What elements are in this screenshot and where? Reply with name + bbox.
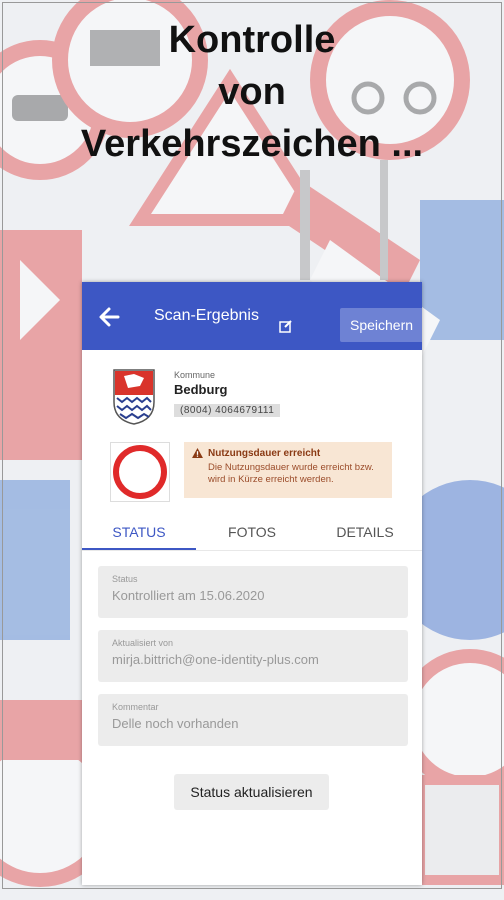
kommune-label: Kommune (174, 370, 216, 380)
warning-text: Die Nutzungsdauer wurde erreicht bzw. wi… (208, 462, 374, 485)
warning-title: Nutzungsdauer erreicht (208, 448, 321, 459)
warning-banner: Nutzungsdauer erreicht Die Nutzungsdauer… (184, 442, 392, 498)
phone-screen: Scan-Ergebnis Speichern Kommune Bedburg … (82, 282, 422, 885)
kommune-name: Bedburg (174, 382, 228, 397)
tab-details[interactable]: DETAILS (308, 514, 422, 550)
status-field-value: Kontrolliert am 15.06.2020 (112, 588, 265, 603)
save-button[interactable]: Speichern (340, 308, 422, 342)
tab-divider (82, 550, 422, 551)
tab-bar: STATUS FOTOS DETAILS (82, 514, 422, 550)
status-field-label: Status (112, 574, 138, 584)
headline-line-2: von (218, 71, 286, 113)
page-title: Scan-Ergebnis (154, 307, 259, 324)
prohibition-sign-icon (110, 442, 170, 502)
headline-line-3: Verkehrszeichen ... (80, 123, 424, 165)
warning-icon (192, 448, 203, 458)
headline: Kontrolle von Verkehrszeichen ... (0, 14, 504, 170)
status-field: Status Kontrolliert am 15.06.2020 (98, 566, 408, 618)
updated-by-field-value: mirja.bittrich@one-identity-plus.com (112, 652, 319, 667)
updated-by-field: Aktualisiert von mirja.bittrich@one-iden… (98, 630, 408, 682)
comment-field-label: Kommentar (112, 702, 159, 712)
app-bar: Scan-Ergebnis Speichern (82, 282, 422, 350)
comment-field: Kommentar Delle noch vorhanden (98, 694, 408, 746)
arrow-left-icon[interactable] (96, 304, 122, 330)
edit-icon[interactable] (279, 319, 293, 333)
coat-of-arms-icon (113, 369, 155, 425)
update-status-button[interactable]: Status aktualisieren (174, 774, 329, 810)
tab-status[interactable]: STATUS (82, 514, 196, 550)
comment-field-value: Delle noch vorhanden (112, 716, 239, 731)
kommune-id-badge: (8004) 4064679111 (174, 404, 281, 417)
tab-fotos[interactable]: FOTOS (196, 514, 308, 550)
headline-line-1: Kontrolle (168, 19, 336, 61)
updated-by-field-label: Aktualisiert von (112, 638, 174, 648)
